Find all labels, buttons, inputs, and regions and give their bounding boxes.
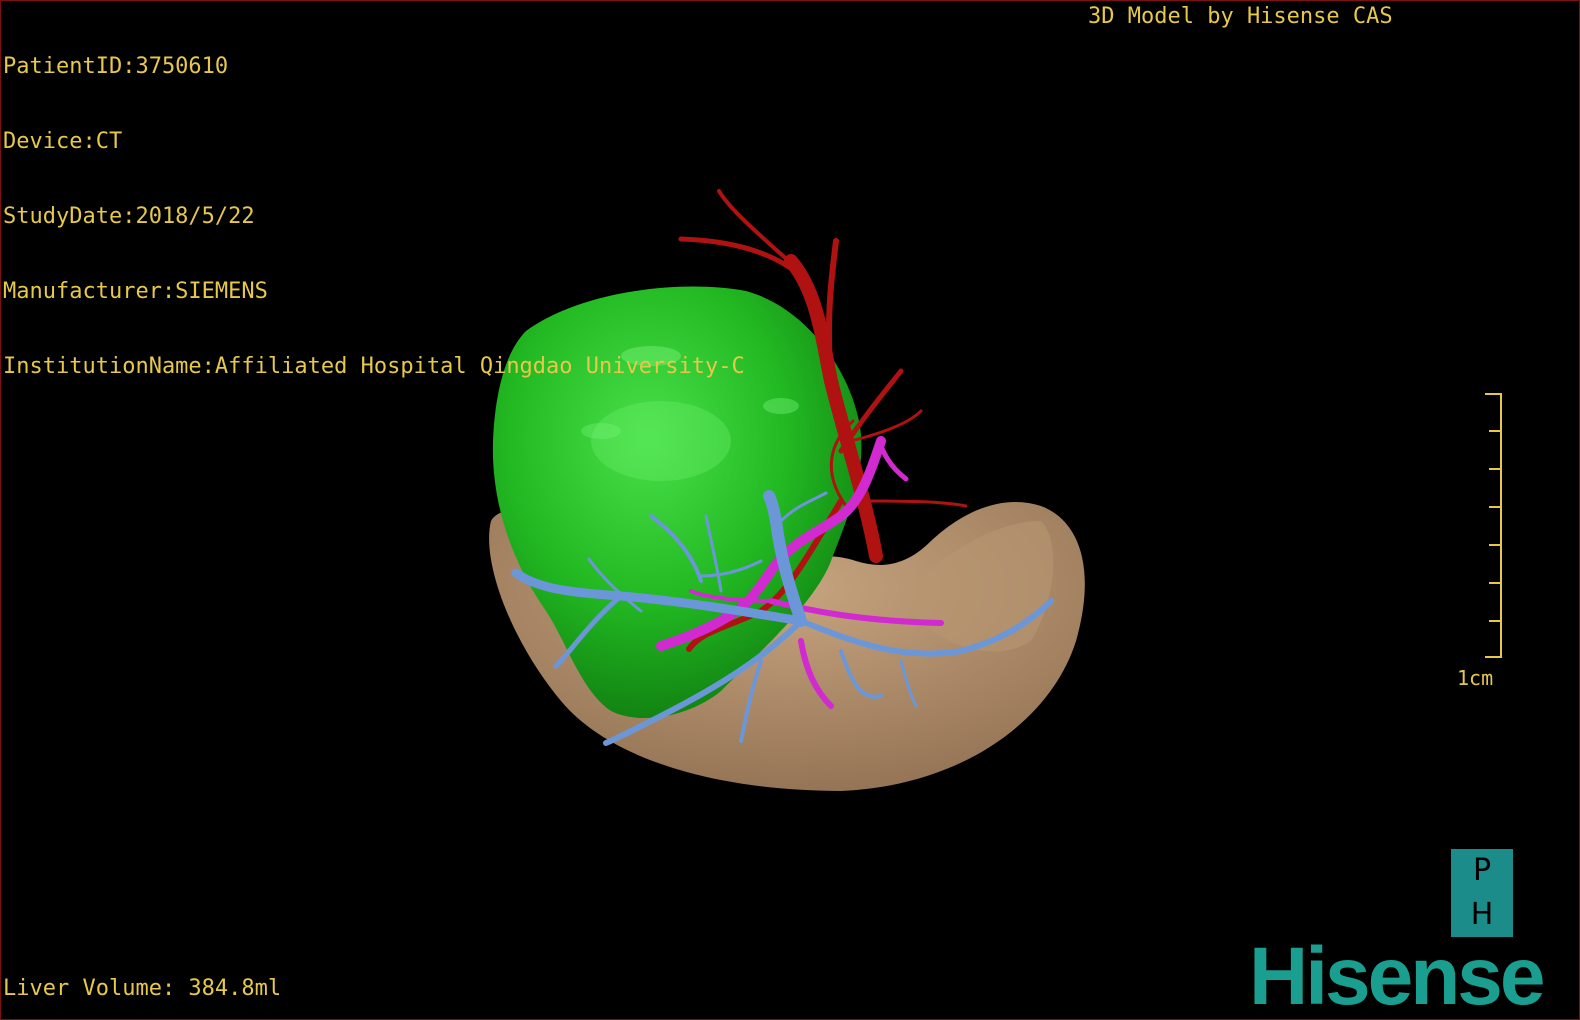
- scale-bar-label: 1cm: [1457, 666, 1494, 690]
- manufacturer: Manufacturer:SIEMENS: [3, 279, 268, 304]
- patient-info-overlay: PatientID:3750610 Device:CT StudyDate:20…: [3, 4, 745, 429]
- orientation-bottom-letter: H: [1470, 897, 1494, 932]
- 3d-viewport[interactable]: PatientID:3750610 Device:CT StudyDate:20…: [0, 0, 1580, 1020]
- scale-bar: [1485, 393, 1502, 658]
- orientation-top-letter: P: [1472, 853, 1492, 888]
- orientation-indicator: P H: [1451, 849, 1513, 937]
- study-date: StudyDate:2018/5/22: [3, 204, 255, 229]
- liver-volume-label: Liver Volume: 384.8ml: [3, 976, 282, 1001]
- institution-name: InstitutionName:Affiliated Hospital Qing…: [3, 354, 745, 379]
- device: Device:CT: [3, 129, 123, 154]
- patient-id: PatientID:3750610: [3, 54, 229, 79]
- hisense-logo: Hisense: [1249, 931, 1546, 1020]
- model-credit: 3D Model by Hisense CAS: [1088, 4, 1393, 29]
